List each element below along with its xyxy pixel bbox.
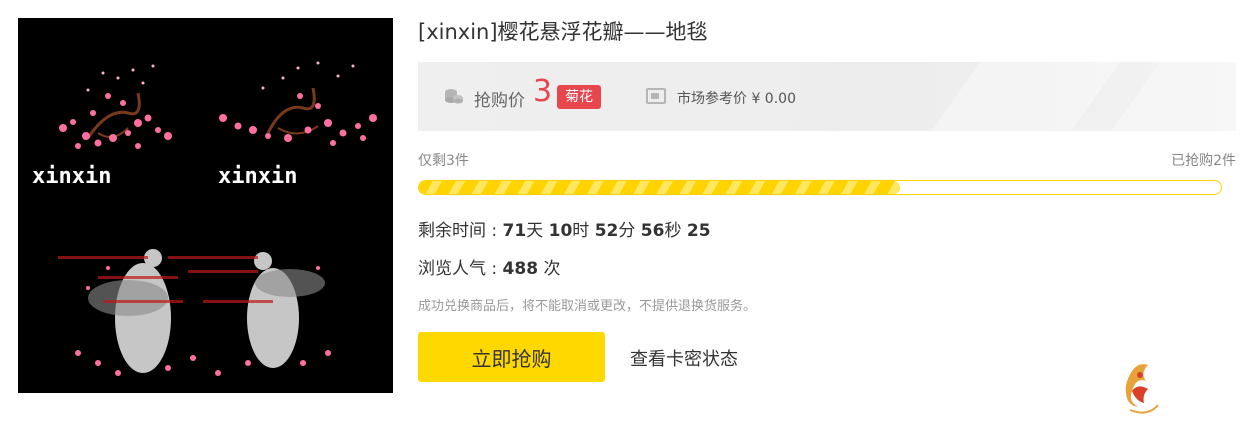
site-logo: [1125, 364, 1159, 414]
view-count-value: 488: [502, 259, 539, 279]
stock-remaining: 仅剩3件: [418, 153, 469, 169]
product-title: [xinxin]樱花悬浮花瓣——地毯: [418, 20, 708, 44]
product-artwork: xinxin xinxin: [18, 18, 393, 393]
image-caption-right: xinxin: [218, 164, 297, 189]
countdown-seconds-unit: 秒: [664, 221, 687, 241]
stock-sold: 已抢购2件: [1171, 153, 1236, 169]
stock-progress-bar: [418, 180, 1222, 195]
buy-now-button[interactable]: 立即抢购: [418, 332, 605, 382]
countdown-seconds: 56: [640, 221, 665, 241]
countdown-minutes: 52: [594, 221, 619, 241]
countdown-minutes-unit: 分: [618, 221, 641, 241]
view-count-unit: 次: [538, 259, 561, 279]
market-reference-price: 市场参考价 ¥ 0.00: [677, 91, 796, 107]
countdown-hours-unit: 时: [572, 221, 595, 241]
countdown-days: 71: [502, 221, 527, 241]
exchange-notice: 成功兑换商品后，将不能取消或更改，不提供退换货服务。: [418, 299, 757, 314]
price-panel: 抢购价 3 菊花 市场参考价 ¥ 0.00: [418, 62, 1236, 131]
stock-progress-fill: [419, 181, 901, 194]
countdown-hours: 10: [548, 221, 573, 241]
product-image: xinxin xinxin: [18, 18, 393, 393]
price-value: 3: [533, 74, 553, 109]
page: xinxin xinxin [xinxin]樱花悬浮花瓣——地毯 抢购价 3 菊…: [0, 0, 1247, 428]
price-label: 抢购价: [474, 91, 525, 111]
view-card-status-link[interactable]: 查看卡密状态: [630, 345, 738, 371]
countdown: 剩余时间 : 71天 10时 52分 56秒 25: [418, 216, 711, 241]
countdown-fraction: 25: [686, 221, 711, 241]
coins-icon: [445, 89, 463, 104]
panel-stripe: [867, 62, 1149, 131]
currency-badge: 菊花: [557, 85, 601, 109]
countdown-days-unit: 天: [526, 221, 549, 241]
price-tag-icon: [646, 88, 666, 104]
view-count: 浏览人气 : 488 次: [418, 254, 560, 279]
countdown-label: 剩余时间 :: [418, 221, 503, 241]
image-caption-left: xinxin: [32, 164, 111, 189]
view-count-label: 浏览人气 :: [418, 259, 503, 279]
